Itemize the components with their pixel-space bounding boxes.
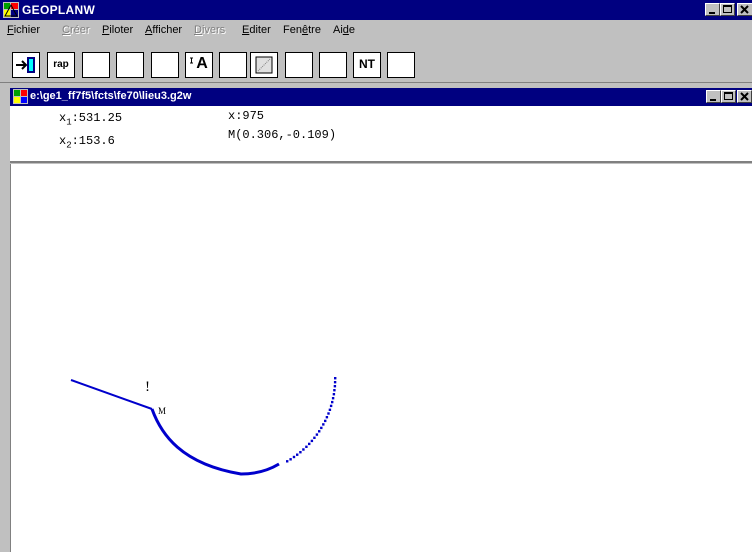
info-panel: x1:531.25 x2:153.6 x:975 M(0.306,-0.109) bbox=[10, 106, 752, 163]
exclamation-mark: ! bbox=[145, 379, 150, 395]
app-title: GEOPLANW bbox=[22, 3, 96, 17]
locus-dot bbox=[333, 389, 336, 392]
frame-tool-button[interactable] bbox=[250, 52, 278, 78]
locus-dot bbox=[327, 412, 330, 415]
locus-dot bbox=[328, 408, 332, 411]
maximize-icon bbox=[723, 5, 732, 13]
rap-button[interactable]: rap bbox=[47, 52, 75, 78]
locus-dot bbox=[331, 397, 335, 400]
tool-button-5[interactable] bbox=[151, 52, 179, 78]
locus-dot bbox=[325, 416, 329, 419]
x-readout: x:975 bbox=[228, 109, 265, 123]
locus-dot bbox=[313, 436, 316, 439]
tool-button-10[interactable] bbox=[319, 52, 347, 78]
minimize-icon bbox=[710, 99, 716, 101]
menu-piloter[interactable]: Piloter bbox=[102, 24, 133, 36]
locus-dot bbox=[292, 455, 296, 459]
locus-dot bbox=[332, 393, 336, 396]
locus-dot bbox=[315, 433, 319, 436]
locus-dot bbox=[322, 423, 325, 426]
locus-dot bbox=[329, 404, 333, 408]
toolbar: rap A NT bbox=[0, 40, 752, 83]
menu-divers[interactable]: Divers bbox=[194, 24, 225, 36]
locus-dot bbox=[296, 453, 299, 456]
name-tool-button[interactable]: NT bbox=[353, 52, 381, 78]
maximize-button[interactable] bbox=[720, 3, 735, 16]
doc-maximize-button[interactable] bbox=[721, 90, 736, 103]
doc-minimize-button[interactable] bbox=[706, 90, 721, 103]
locus-dot bbox=[289, 458, 292, 461]
locus-dot bbox=[331, 400, 334, 404]
close-icon bbox=[740, 5, 749, 14]
tool-button-4[interactable] bbox=[116, 52, 144, 78]
minimize-icon bbox=[709, 12, 715, 14]
traced-arc bbox=[150, 408, 280, 476]
point-m-readout: M(0.306,-0.109) bbox=[228, 128, 337, 142]
menu-aide[interactable]: Aide bbox=[333, 24, 355, 36]
tool-button-7[interactable] bbox=[219, 52, 247, 78]
locus-dot bbox=[333, 385, 337, 388]
locus-dot bbox=[302, 448, 305, 451]
locus-dot bbox=[333, 381, 337, 384]
x2-readout: x2:153.6 bbox=[59, 134, 115, 151]
document-icon bbox=[13, 89, 28, 104]
menu-fenetre[interactable]: Fenêtre bbox=[283, 24, 321, 36]
locus-dot bbox=[318, 430, 321, 433]
menu-editer[interactable]: Editer bbox=[242, 24, 271, 36]
app-title-bar[interactable]: GEOPLANW bbox=[0, 0, 752, 20]
locus-dot bbox=[320, 426, 323, 430]
document-title-bar[interactable]: e:\ge1_ff7f5\fcts\fe70\lieu3.g2w bbox=[10, 88, 752, 106]
menu-creer[interactable]: Créer bbox=[62, 24, 90, 36]
locus-dot bbox=[324, 419, 327, 423]
geoplan-app-icon bbox=[3, 2, 19, 18]
menu-fichier[interactable]: Fichier bbox=[7, 24, 40, 36]
dotted-frame-icon bbox=[255, 56, 273, 74]
point-m-label: M bbox=[158, 406, 166, 416]
doc-close-button[interactable] bbox=[737, 90, 752, 103]
locus-dot bbox=[299, 451, 302, 454]
minimize-button[interactable] bbox=[705, 3, 720, 16]
load-tool-button[interactable] bbox=[12, 52, 40, 78]
locus-dot bbox=[308, 442, 311, 446]
locus-dot bbox=[286, 460, 289, 463]
tool-button-3[interactable] bbox=[82, 52, 110, 78]
segment-to-m bbox=[70, 379, 153, 410]
arrow-into-door-icon bbox=[16, 57, 35, 73]
locus-curve bbox=[70, 377, 337, 476]
drawing-canvas[interactable]: M ! bbox=[10, 164, 752, 552]
tool-button-9[interactable] bbox=[285, 52, 313, 78]
locus-dot bbox=[334, 377, 337, 380]
text-tool-button[interactable]: A bbox=[185, 52, 213, 78]
close-icon bbox=[740, 92, 749, 101]
locus-dot bbox=[310, 439, 314, 443]
document-title: e:\ge1_ff7f5\fcts\fe70\lieu3.g2w bbox=[30, 90, 192, 102]
figure-svg: M ! bbox=[70, 377, 337, 476]
x1-readout: x1:531.25 bbox=[59, 111, 123, 128]
menu-afficher[interactable]: Afficher bbox=[145, 24, 182, 36]
maximize-icon bbox=[724, 92, 733, 100]
menu-bar: Fichier Créer Piloter Afficher Divers Ed… bbox=[0, 20, 752, 40]
locus-dot bbox=[305, 445, 308, 448]
tool-button-12[interactable] bbox=[387, 52, 415, 78]
close-button[interactable] bbox=[737, 3, 752, 16]
